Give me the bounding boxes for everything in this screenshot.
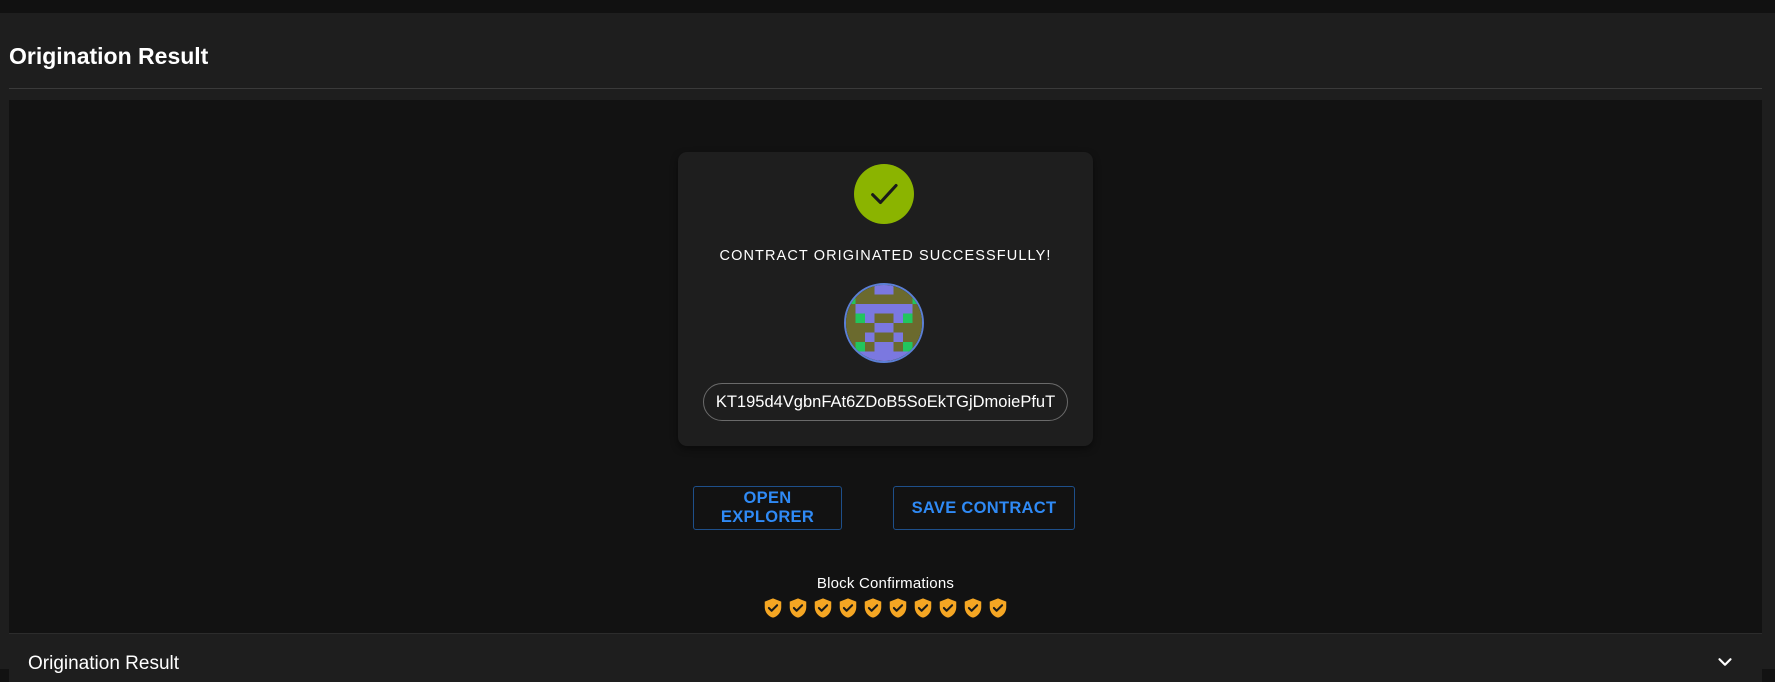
block-confirmations-icons bbox=[762, 597, 1009, 619]
shield-check-icon bbox=[814, 598, 832, 618]
origination-panel: Origination Result CONTRACT ORIGINATED S… bbox=[0, 13, 1775, 682]
success-message: CONTRACT ORIGINATED SUCCESSFULLY! bbox=[719, 248, 1052, 264]
shield-check-icon bbox=[764, 598, 782, 618]
success-check-icon bbox=[854, 164, 914, 224]
shield-check-icon bbox=[839, 598, 857, 618]
contract-address[interactable]: KT195d4VgbnFAt6ZDoB5SoEkTGjDmoiePfuT bbox=[703, 383, 1068, 421]
shield-check-icon bbox=[989, 598, 1007, 618]
check-icon bbox=[871, 183, 898, 205]
chevron-down-icon[interactable] bbox=[1714, 651, 1736, 673]
accordion-title: Origination Result bbox=[28, 653, 180, 674]
result-card: CONTRACT ORIGINATED SUCCESSFULLY! KT195d… bbox=[678, 152, 1093, 446]
shield-check-icon bbox=[914, 598, 932, 618]
shield-check-icon bbox=[789, 598, 807, 618]
result-content: CONTRACT ORIGINATED SUCCESSFULLY! KT195d… bbox=[9, 100, 1762, 633]
shield-check-icon bbox=[864, 598, 882, 618]
save-contract-button[interactable]: SAVE CONTRACT bbox=[893, 486, 1075, 530]
divider bbox=[9, 88, 1762, 89]
top-bar bbox=[0, 0, 1775, 13]
open-explorer-button[interactable]: OPEN EXPLORER bbox=[693, 486, 842, 530]
contract-identicon bbox=[844, 283, 924, 363]
shield-check-icon bbox=[889, 598, 907, 618]
shield-check-icon bbox=[964, 598, 982, 618]
origination-result-accordion[interactable]: Origination Result bbox=[9, 633, 1762, 682]
block-confirmations-label: Block Confirmations bbox=[816, 575, 955, 592]
shield-check-icon bbox=[939, 598, 957, 618]
page-title: Origination Result bbox=[9, 43, 209, 69]
